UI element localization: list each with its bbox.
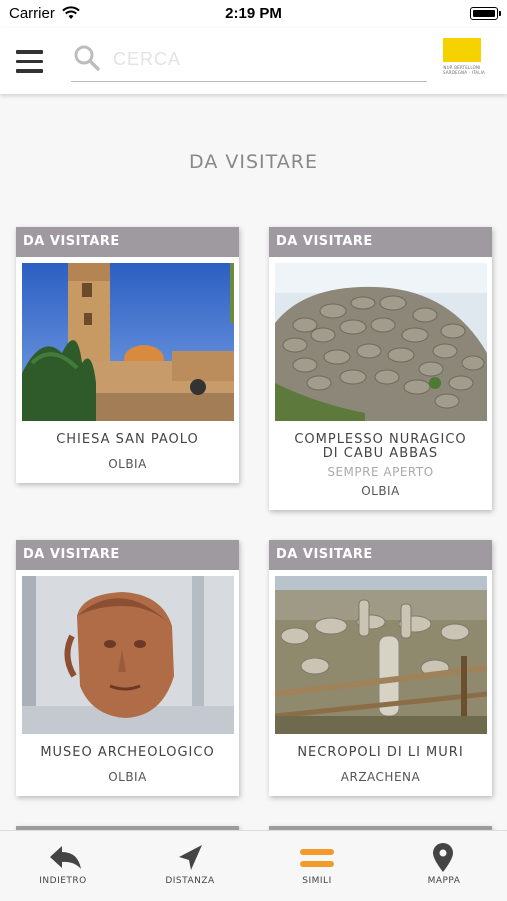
place-location: OLBIA xyxy=(108,770,147,784)
place-photo xyxy=(22,263,234,421)
search-bar xyxy=(71,38,427,82)
place-name: MUSEO ARCHEOLOGICO xyxy=(40,745,215,760)
battery-icon xyxy=(470,7,501,20)
tab-label: MAPPA xyxy=(427,876,461,886)
place-name: CHIESA SAN PAOLO xyxy=(56,432,199,447)
opening-hours: SEMPRE APERTO xyxy=(327,465,434,479)
place-card[interactable]: DA VISITARE NECROPOLI DI LI MURI ARZACHE… xyxy=(269,540,492,796)
bottom-nav: INDIETRO DISTANZA SIMILI MAPPA xyxy=(0,830,507,900)
brand-logo: NUR BERTELLONI SARDEGNA · ITALIA xyxy=(443,38,485,76)
status-bar: Carrier 2:19 PM xyxy=(0,0,507,28)
navigation-arrow-icon xyxy=(179,845,202,870)
list-icon xyxy=(300,849,334,867)
back-arrow-icon xyxy=(50,846,81,869)
place-location: ARZACHENA xyxy=(340,770,421,784)
clock: 2:19 PM xyxy=(225,5,282,22)
page-title: DA VISITARE xyxy=(189,151,318,173)
tab-label: SIMILI xyxy=(302,876,332,886)
search-icon[interactable] xyxy=(73,44,101,72)
place-photo xyxy=(275,263,487,421)
place-photo xyxy=(22,576,234,734)
tab-label: DISTANZA xyxy=(165,876,215,886)
card-category-tag: DA VISITARE xyxy=(269,227,492,257)
tab-similar[interactable]: SIMILI xyxy=(254,831,380,901)
tab-map[interactable]: MAPPA xyxy=(381,831,507,901)
card-category-tag: DA VISITARE xyxy=(16,227,239,257)
hamburger-menu-icon[interactable] xyxy=(16,50,44,74)
place-location: OLBIA xyxy=(108,457,147,471)
tab-distance[interactable]: DISTANZA xyxy=(127,831,253,901)
search-input[interactable] xyxy=(113,44,413,74)
tab-label: INDIETRO xyxy=(39,876,87,886)
place-location: OLBIA xyxy=(361,484,400,498)
map-pin-icon xyxy=(433,843,453,872)
place-name: COMPLESSO NURAGICO DI CABU ABBAS xyxy=(294,432,467,461)
place-card[interactable]: DA VISITARE MUSEO ARCHEOLOGICO OLBIA xyxy=(16,540,239,796)
place-photo xyxy=(275,576,487,734)
card-category-tag: DA VISITARE xyxy=(16,540,239,570)
tab-back[interactable]: INDIETRO xyxy=(0,831,126,901)
place-card[interactable]: DA VISITARE COMPLESSO NURAGICO DI CABU A… xyxy=(269,227,492,510)
place-card[interactable]: DA VISITARE CHIESA SAN PAOLO OLBIA xyxy=(16,227,239,483)
place-name: NECROPOLI DI LI MURI xyxy=(297,745,464,760)
card-category-tag: DA VISITARE xyxy=(269,540,492,570)
top-bar: NUR BERTELLONI SARDEGNA · ITALIA xyxy=(0,28,507,94)
